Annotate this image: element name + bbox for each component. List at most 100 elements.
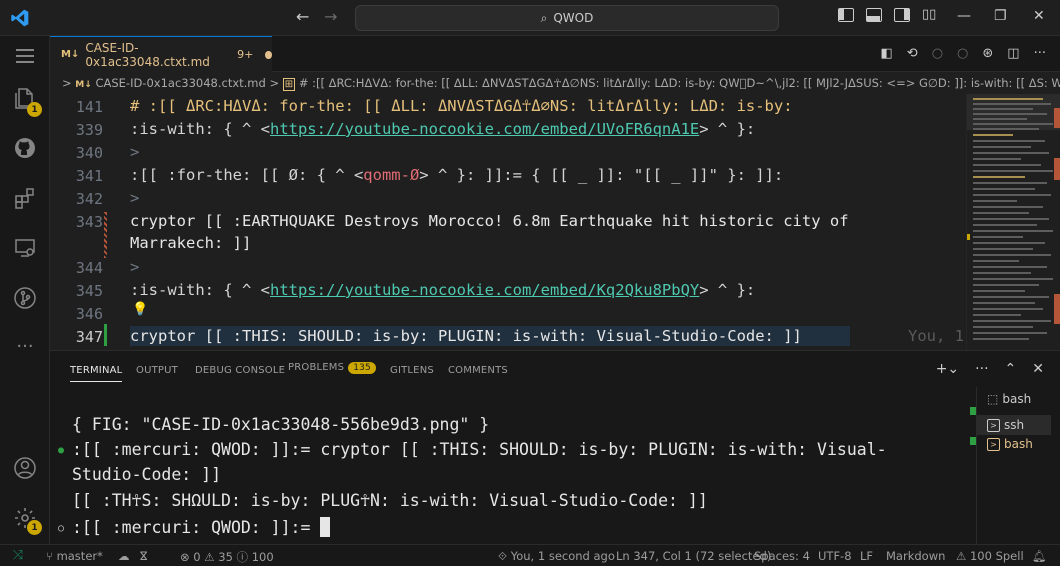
symbol-icon: ⊞ [282, 78, 296, 91]
activity-bar: 1 ··· 1 [0, 36, 50, 544]
gitlens-icon[interactable]: ⊛ [982, 46, 993, 61]
terminal-icon: > [987, 418, 1000, 432]
source-control-icon[interactable] [0, 278, 50, 318]
breadcrumb-file[interactable]: CASE-ID-0x1ac33048.ctxt.md [95, 76, 265, 90]
terminal-item-ssh[interactable]: > ssh [977, 415, 1051, 435]
problems-indicator[interactable]: ⊗ 0 ⚠ 35 ⓘ 100 [180, 549, 274, 565]
restore-icon[interactable]: ❐ [994, 8, 1007, 24]
indentation[interactable]: Spaces: 4 [754, 549, 810, 563]
more-actions-icon[interactable]: ··· [975, 361, 988, 377]
tab-debug-console[interactable]: DEBUG CONSOLE [195, 365, 285, 376]
customize-layout-icon[interactable]: ▯▯ [922, 8, 936, 22]
encoding[interactable]: UTF-8 [818, 549, 852, 563]
search-icon: ⌕ [540, 10, 548, 25]
youtube-link[interactable]: https://youtube-nocookie.com/embed/UVoFR… [270, 120, 699, 138]
git-added-marker[interactable] [104, 324, 107, 346]
minimize-icon[interactable]: — [957, 8, 971, 24]
code-line: :is-with: { ^ <https://youtube-nocookie.… [130, 281, 756, 299]
terminal-item-bash-active[interactable]: > bash [987, 437, 1033, 451]
tab-case-file[interactable]: M↓ CASE-ID-0x1ac33048.ctxt.md 9+ [50, 36, 272, 72]
code-line: :is-with: { ^ <https://youtube-nocookie.… [130, 120, 756, 138]
live-share-icon[interactable]: ⴵ [140, 549, 147, 563]
back-arrow-icon[interactable]: ← [296, 7, 309, 26]
terminal[interactable]: { FIG: "CASE-ID-0x1ac33048-556be9d3.png"… [50, 387, 976, 545]
tab-problems[interactable]: PROBLEMS 135 [288, 362, 376, 374]
code-line: > [130, 189, 140, 207]
breadcrumb-sep: > [62, 76, 72, 90]
tab-problem-count: 9+ [237, 48, 254, 61]
youtube-link[interactable]: https://youtube-nocookie.com/embed/Kq2Qk… [270, 281, 699, 299]
branch-indicator[interactable]: ⑂ master* [46, 549, 103, 563]
command-success-icon[interactable]: ● [58, 445, 64, 456]
terminal-item-bash[interactable]: ⬚ bash [987, 392, 1031, 406]
remote-explorer-icon[interactable] [0, 228, 50, 268]
more-actions-icon[interactable]: ··· [1034, 46, 1046, 61]
forward-arrow-icon[interactable]: → [324, 7, 337, 26]
status-bar: ⤨ ⑂ master* ☁ ⴵ ⊗ 0 ⚠ 35 ⓘ 100 ⟐ You, 1 … [0, 544, 1060, 566]
more-views-icon[interactable]: ··· [0, 326, 50, 366]
code-line: # :[[ ΔRC:HΔVΔ: for-the: [[ ΔLL: ΔNVΔSTΔ… [130, 97, 793, 115]
new-terminal-icon[interactable]: +⌄ [936, 361, 959, 377]
code-line: :[[ :for-the: [[ Ø: { ^ <qomm-Ø> ^ }: ]]… [130, 166, 784, 184]
lightbulb-icon[interactable]: 💡 [132, 302, 148, 317]
bottom-panel: TERMINAL OUTPUT DEBUG CONSOLE PROBLEMS 13… [50, 350, 1060, 545]
git-blame-indicator[interactable]: ⟐ You, 1 second ago [498, 549, 615, 564]
tab-output[interactable]: OUTPUT [136, 365, 178, 376]
command-pending-icon[interactable]: ○ [58, 523, 64, 534]
remote-indicator-icon[interactable]: ⤨ [0, 545, 36, 566]
split-editor-icon[interactable]: ◫ [1007, 46, 1019, 61]
branch-icon: ⑂ [46, 549, 53, 563]
extensions-icon[interactable] [0, 178, 50, 218]
markdown-file-icon: M↓ [75, 80, 92, 90]
minimap-warning-marker [967, 234, 970, 240]
terminal-line: [[ :TH☥S: SHΩULD: is-by: PLUG☥N: is-with… [72, 491, 708, 510]
sync-icon[interactable]: ☁ [118, 549, 130, 563]
manage-badge: 1 [27, 520, 42, 535]
cursor-position[interactable]: Ln 347, Col 1 (72 selected) [616, 549, 771, 563]
github-icon[interactable] [0, 128, 50, 168]
terminal-line: { FIG: "CASE-ID-0x1ac33048-556be9d3.png"… [72, 415, 490, 434]
toggle-primary-sidebar-icon[interactable] [838, 8, 854, 22]
command-center-search[interactable]: ⌕ QWOD [355, 5, 779, 31]
git-modified-marker[interactable] [104, 212, 107, 258]
language-mode[interactable]: Markdown [886, 549, 945, 563]
terminal-line: Studio-Code: ]] [72, 465, 222, 484]
title-bar: ← → ⌕ QWOD ▯▯ — ❐ ✕ [0, 0, 1060, 36]
toggle-panel-icon[interactable] [866, 8, 882, 22]
explorer-icon[interactable]: 1 [0, 78, 50, 118]
spell-check[interactable]: ⚠ 100 Spell [956, 549, 1024, 563]
breadcrumb-sep: > [269, 76, 280, 90]
tab-terminal[interactable]: TERMINAL [70, 365, 123, 382]
close-icon[interactable]: ✕ [1033, 8, 1045, 24]
unsaved-dot-icon[interactable] [265, 50, 272, 59]
next-change-icon[interactable]: ○ [957, 46, 968, 61]
toggle-secondary-sidebar-icon[interactable] [894, 8, 910, 22]
tab-gitlens[interactable]: GITLENS [390, 365, 434, 376]
notifications-icon[interactable]: 🔔︎ [1032, 549, 1047, 563]
terminal-icon: > [987, 437, 1000, 451]
terminal-cursor [320, 517, 331, 537]
open-preview-icon[interactable]: ◧ [881, 46, 893, 61]
command-center-text: QWOD [553, 11, 594, 25]
line-number: 342 [75, 190, 103, 208]
breadcrumb: > M↓ CASE-ID-0x1ac33048.ctxt.md > ⊞ # :[… [50, 72, 1060, 94]
menu-icon[interactable] [0, 36, 50, 76]
inline-blame: You, 1 [908, 327, 964, 345]
breadcrumb-symbol[interactable]: # :[[ ΔRC:HΔVΔ: for-the: [[ ΔLL: ΔNVΔSTΔ… [299, 76, 1060, 90]
go-back-change-icon[interactable]: ⟲ [907, 46, 918, 61]
scrollbar-marker [1054, 108, 1060, 128]
explorer-badge: 1 [27, 102, 42, 117]
close-panel-icon[interactable]: ✕ [1032, 361, 1044, 377]
vscode-logo-icon[interactable] [10, 8, 30, 28]
maximize-panel-icon[interactable]: ⌃ [1005, 361, 1017, 377]
previous-change-icon[interactable]: ○ [932, 46, 943, 61]
editor-area[interactable]: 141 # :[[ ΔRC:HΔVΔ: for-the: [[ ΔLL: ΔNV… [50, 94, 966, 350]
line-ending[interactable]: LF [860, 549, 873, 563]
minimap[interactable] [966, 94, 1060, 350]
tab-comments[interactable]: COMMENTS [448, 365, 508, 376]
scrollbar-marker [1054, 294, 1060, 324]
line-number: 345 [75, 282, 103, 300]
line-number: 343 [75, 213, 103, 231]
manage-gear-icon[interactable]: 1 [0, 498, 50, 538]
accounts-icon[interactable] [0, 448, 50, 488]
